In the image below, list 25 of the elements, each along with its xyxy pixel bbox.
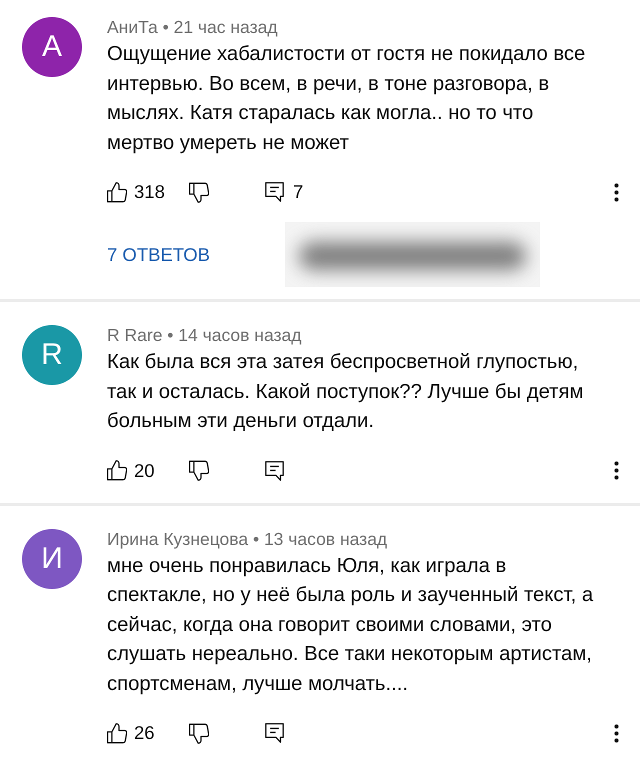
like-button[interactable]: 20 <box>107 454 155 486</box>
comment-meta: Ирина Кузнецова • 13 часов назад <box>107 528 388 550</box>
comment-text: Как была вся эта затея беспросветной глупостью, так и осталась. Какой поступок?? Лучше бы детям больным эти деньги отдали. <box>107 350 584 434</box>
comment-text: мне очень понравилась Юля, как играла в спектакле, но у неё была роль и заученный текст, а сейчас, когда она говорит своими словами, это слушать нереально. Все таки некоторым артистам, спортсменам, лучше молчать.... <box>107 554 594 696</box>
thumbs-down-icon <box>189 722 209 744</box>
more-icon <box>614 461 618 480</box>
comment-meta: АниТа • 21 час назад <box>107 16 278 38</box>
like-button[interactable]: 318 <box>107 176 165 208</box>
avatar[interactable]: И <box>22 528 82 588</box>
comment-icon <box>265 460 284 480</box>
more-icon <box>614 724 618 742</box>
thumbs-up-icon <box>107 460 127 481</box>
thumbs-up-icon <box>107 722 127 744</box>
comment-text: Ощущение хабалистости от гостя не покидало все интервью. Во всем, в речи, в тоне разговора, в мыслях. Катя старалась как могла.. но то что мертво умереть не может <box>107 42 586 156</box>
more-icon <box>614 182 618 202</box>
replies-link[interactable]: 7 ОТВЕТОВ <box>107 242 285 266</box>
thumbs-down-icon <box>189 182 209 202</box>
thumbs-down-icon <box>189 460 209 481</box>
comment-icon <box>265 723 284 743</box>
reply-button[interactable]: 7 <box>265 176 304 208</box>
comment-icon <box>265 182 284 202</box>
avatar[interactable]: А <box>22 17 82 77</box>
like-button[interactable]: 26 <box>107 717 155 749</box>
thumbs-up-icon <box>107 182 127 202</box>
comment-meta: R Rare • 14 часов назад <box>107 324 302 346</box>
